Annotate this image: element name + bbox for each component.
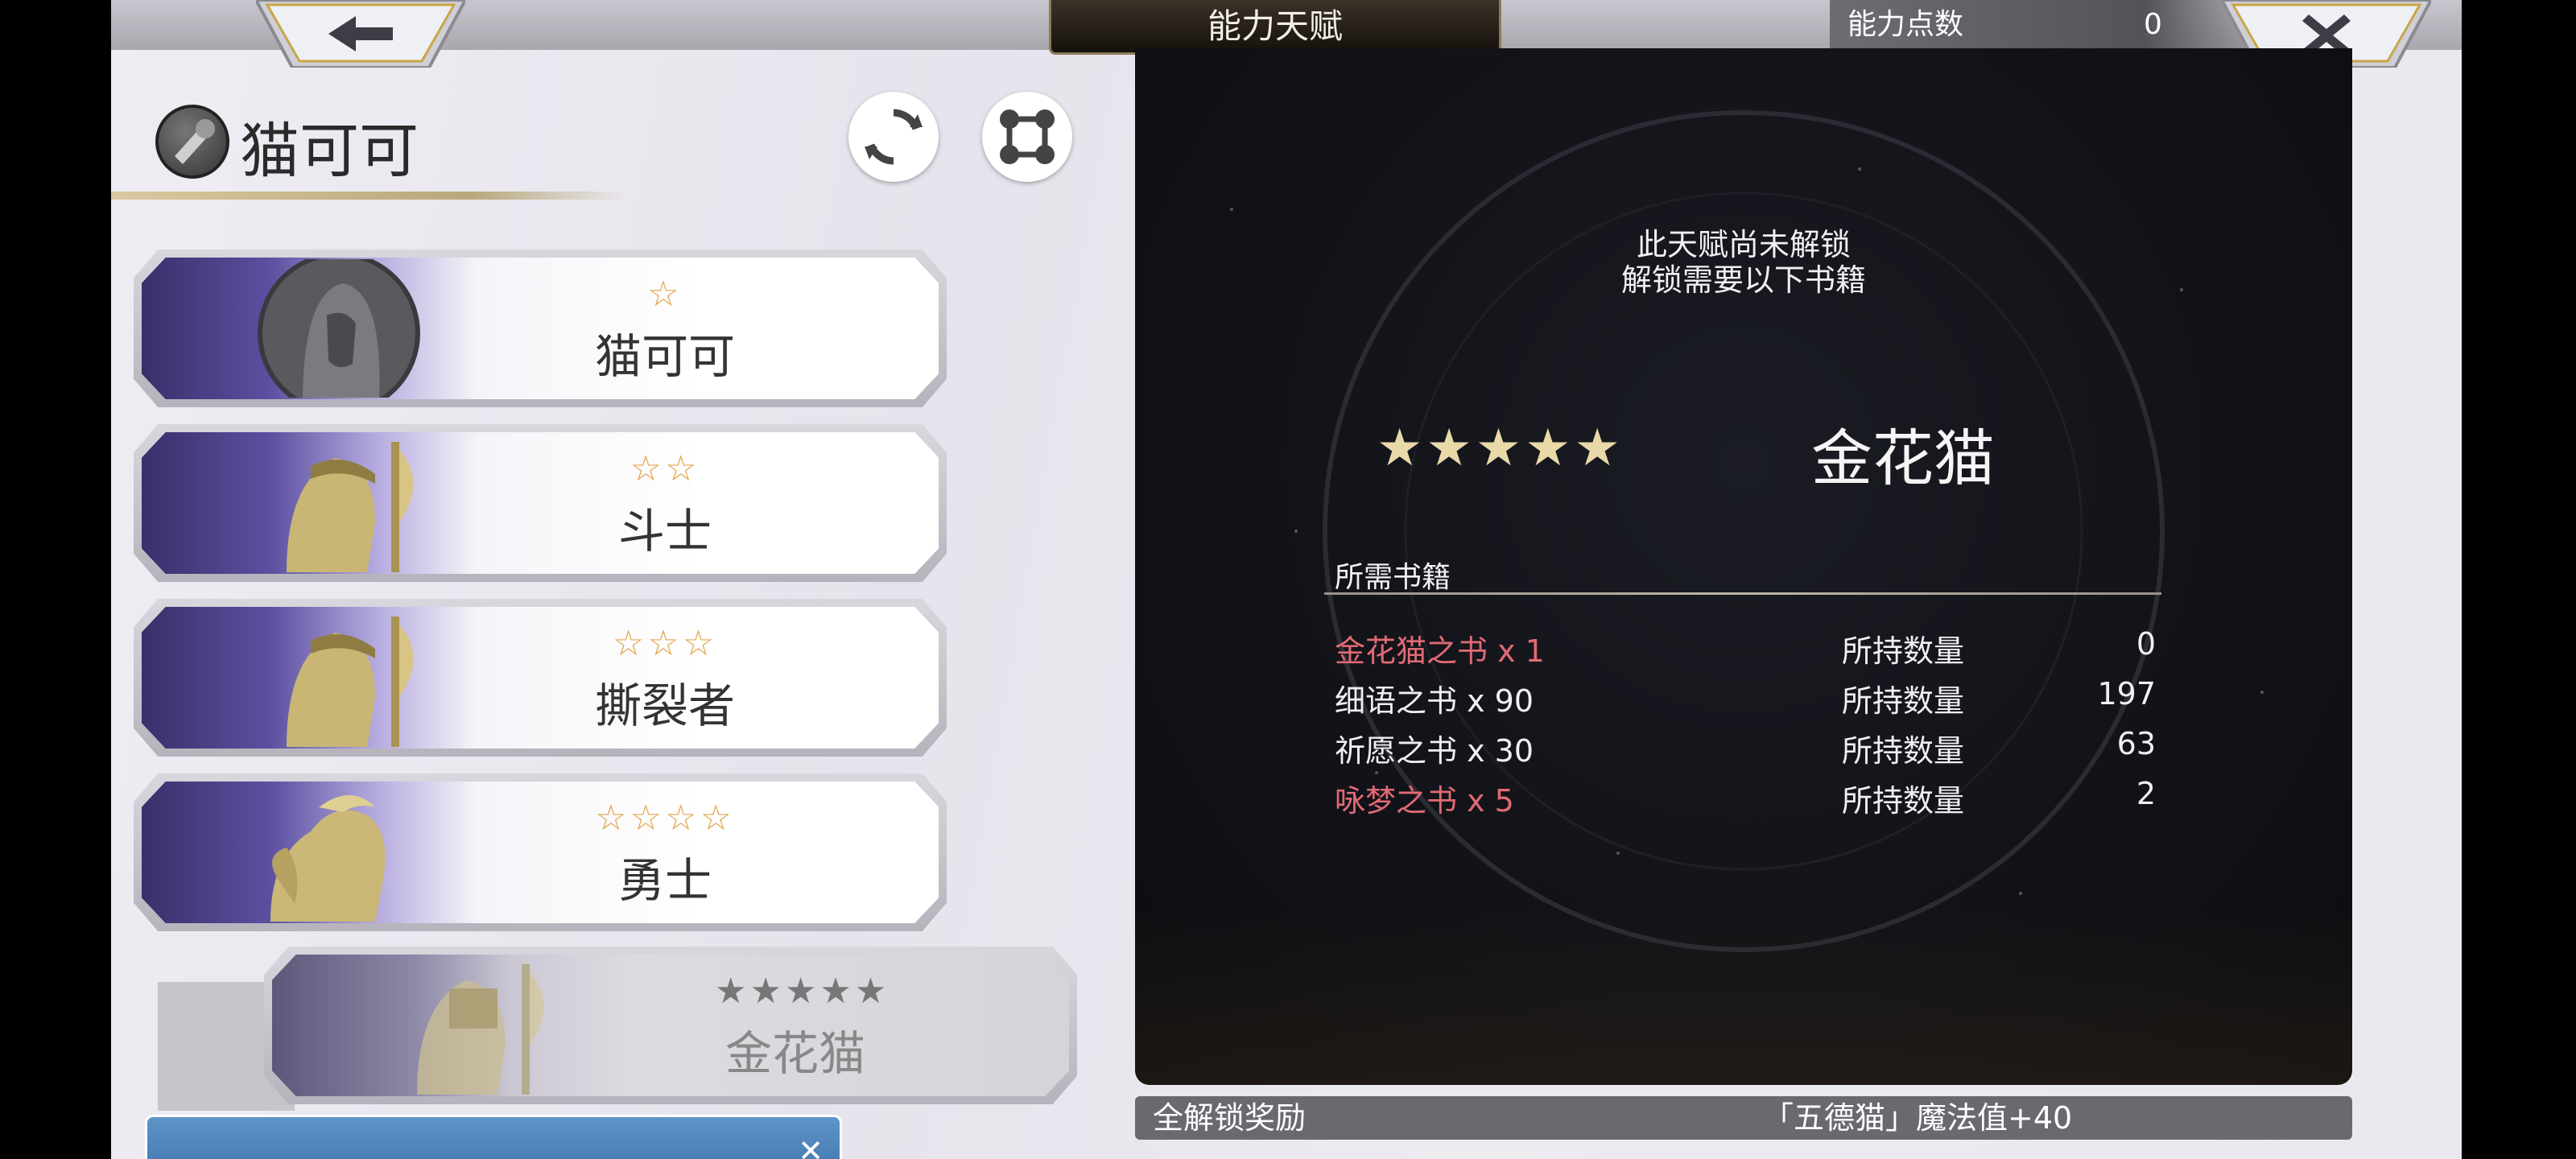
held-count: 197 bbox=[2097, 676, 2156, 711]
back-button[interactable] bbox=[256, 0, 465, 68]
talent-stars: ★★★★★ bbox=[1377, 419, 1624, 478]
class-stars: ☆☆☆ bbox=[612, 623, 718, 664]
book-row: 咏梦之书 x 5 所持数量 2 bbox=[1335, 776, 2156, 826]
class-card-1[interactable]: ☆ 猫可可 bbox=[134, 250, 947, 407]
book-row: 金花猫之书 x 1 所持数量 0 bbox=[1335, 626, 2156, 676]
panel-ornament bbox=[1135, 901, 2352, 1085]
class-card-3[interactable]: ☆☆☆ 撕裂者 bbox=[134, 599, 947, 757]
points-label: 能力点数 bbox=[1847, 8, 1964, 41]
held-count: 2 bbox=[2136, 776, 2156, 811]
class-card-5[interactable]: ★★★★★ 金花猫 bbox=[264, 947, 1077, 1104]
hooded-portrait-icon bbox=[258, 259, 420, 398]
close-icon[interactable]: ✕ bbox=[798, 1133, 824, 1159]
warrior-portrait-icon bbox=[287, 617, 414, 747]
class-emblem-icon bbox=[155, 105, 229, 179]
node-graph-icon bbox=[1000, 109, 1055, 164]
class-card-2[interactable]: ☆☆ 斗士 bbox=[134, 424, 947, 582]
held-label: 所持数量 bbox=[1842, 733, 1965, 769]
held-count: 0 bbox=[2136, 626, 2156, 662]
class-name: 金花猫 bbox=[724, 1026, 865, 1081]
book-requirement: 金花猫之书 x 1 bbox=[1335, 633, 1545, 669]
class-name: 撕裂者 bbox=[594, 678, 735, 733]
class-stars: ☆☆☆☆ bbox=[595, 798, 735, 839]
brave-portrait-icon bbox=[270, 795, 386, 922]
class-name: 猫可可 bbox=[594, 329, 735, 384]
required-books-title: 所需书籍 bbox=[1335, 561, 1451, 594]
book-requirement: 咏梦之书 x 5 bbox=[1335, 783, 1514, 819]
reward-label: 全解锁奖励 bbox=[1153, 1100, 1307, 1136]
class-name: 勇士 bbox=[617, 853, 712, 908]
book-requirement: 细语之书 x 90 bbox=[1335, 683, 1534, 719]
required-books-divider bbox=[1324, 592, 2161, 595]
points-value: 0 bbox=[2144, 8, 2162, 41]
locked-line-1: 此天赋尚未解锁 bbox=[1636, 227, 1851, 262]
refresh-icon bbox=[865, 109, 923, 165]
held-label: 所持数量 bbox=[1842, 783, 1965, 819]
book-row: 祈愿之书 x 30 所持数量 63 bbox=[1335, 726, 2156, 776]
warrior-portrait-icon bbox=[287, 442, 414, 572]
game-screen: 能力天赋 能力点数 0 猫可可 ☆ 猫可可 ☆☆ 斗士 ☆☆☆ 撕裂者 ☆☆☆☆… bbox=[111, 0, 2462, 1159]
class-stars: ☆☆ bbox=[630, 448, 700, 489]
character-name: 猫可可 bbox=[240, 117, 419, 186]
class-card-4[interactable]: ☆☆☆☆ 勇士 bbox=[134, 773, 947, 931]
header-divider bbox=[111, 192, 626, 200]
ability-points-bar: 能力点数 0 bbox=[1830, 0, 2281, 50]
held-label: 所持数量 bbox=[1842, 633, 1965, 669]
held-count: 63 bbox=[2116, 726, 2156, 761]
floating-overlay[interactable]: ✕ bbox=[145, 1115, 842, 1159]
class-stars: ★★★★★ bbox=[715, 971, 890, 1012]
full-unlock-reward-bar: 全解锁奖励 「五德猫」魔法值+40 bbox=[1135, 1096, 2352, 1140]
locked-message: 此天赋尚未解锁 解锁需要以下书籍 bbox=[1135, 227, 2352, 298]
held-label: 所持数量 bbox=[1842, 683, 1965, 719]
book-requirement: 祈愿之书 x 30 bbox=[1335, 733, 1534, 769]
knight-portrait-icon bbox=[417, 964, 544, 1095]
class-name: 斗士 bbox=[617, 504, 712, 559]
locked-line-2: 解锁需要以下书籍 bbox=[1620, 262, 1866, 298]
page-title: 能力天赋 bbox=[1049, 0, 1501, 55]
talent-name: 金花猫 bbox=[1811, 423, 1995, 494]
skill-tree-button[interactable] bbox=[982, 92, 1072, 182]
book-row: 细语之书 x 90 所持数量 197 bbox=[1335, 676, 2156, 726]
reward-value: 「五德猫」魔法值+40 bbox=[1763, 1100, 2073, 1136]
class-stars: ☆ bbox=[647, 274, 683, 315]
refresh-button[interactable] bbox=[848, 92, 939, 182]
talent-detail-panel: 此天赋尚未解锁 解锁需要以下书籍 ★★★★★ 金花猫 所需书籍 金花猫之书 x … bbox=[1135, 48, 2352, 1085]
